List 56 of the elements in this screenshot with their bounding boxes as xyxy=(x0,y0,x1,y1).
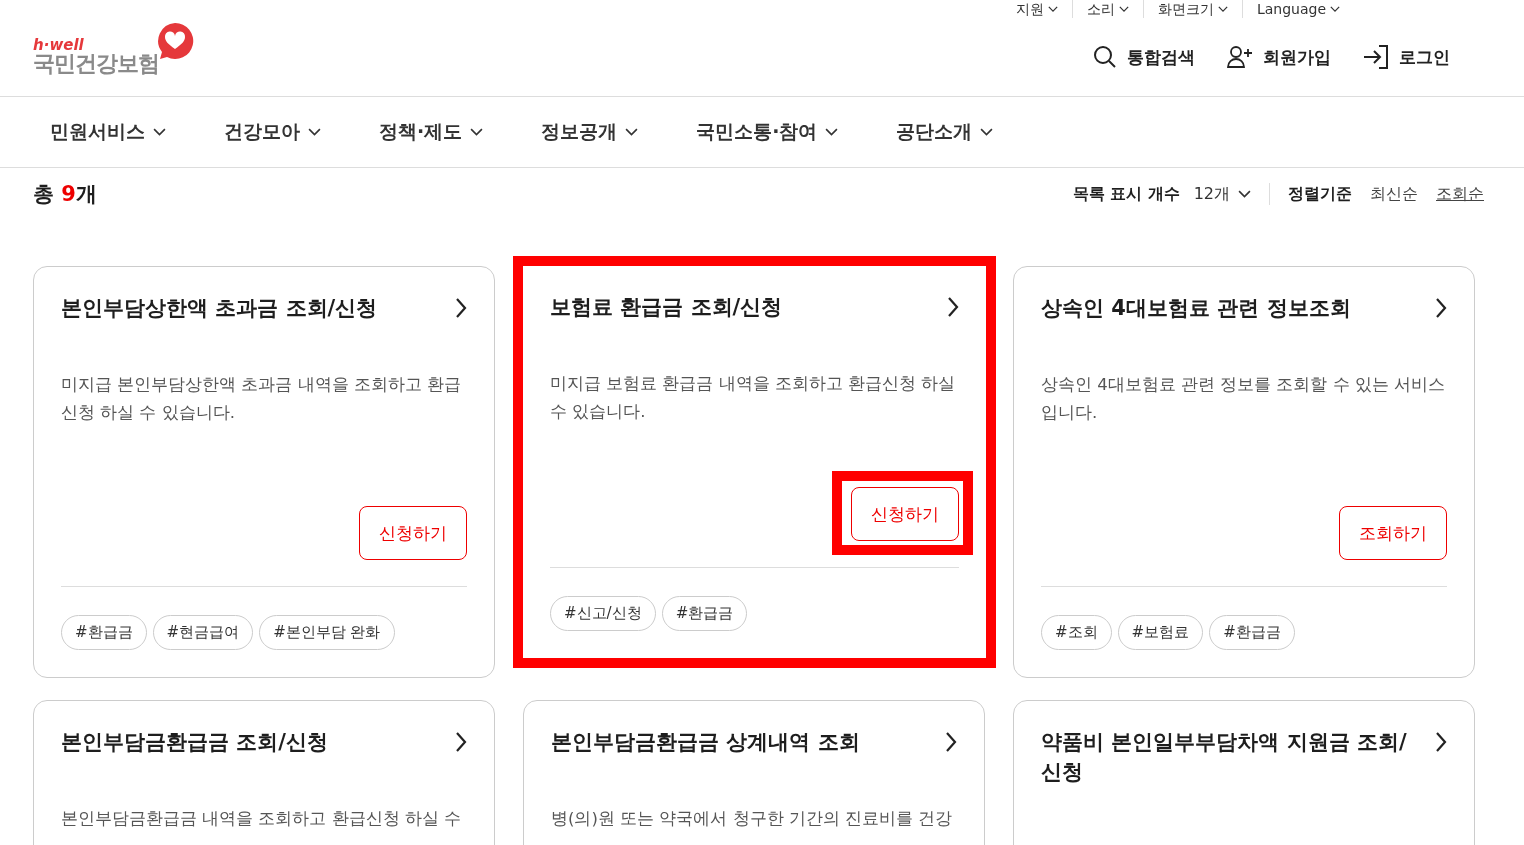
sort-option[interactable]: 조회순 xyxy=(1436,183,1484,205)
chevron-right-icon xyxy=(1435,297,1447,319)
card-description: 미지급 본인부담상한액 초과금 내역을 조회하고 환급 신청 하실 수 있습니다. xyxy=(61,374,463,424)
card-title-link[interactable]: 본인부담금환급금 상계내역 조회 xyxy=(551,727,957,757)
chevron-right-icon xyxy=(455,731,467,753)
chevron-down-icon xyxy=(625,128,639,136)
card-title-link[interactable]: 본인부담상한액 초과금 조회/신청 xyxy=(61,293,467,323)
utility-link[interactable]: 화면크기 xyxy=(1157,1,1214,17)
utility-link[interactable]: Language xyxy=(1256,1,1326,17)
card-title-link[interactable]: 상속인 4대보험료 관련 정보조회 xyxy=(1041,293,1447,323)
logo-name: 국민건강보험 xyxy=(33,52,159,76)
sort-label: 정렬기준 xyxy=(1288,183,1352,205)
chevron-down-icon xyxy=(470,128,484,136)
chevron-down-icon xyxy=(1238,190,1251,198)
card-title-link[interactable]: 본인부담금환급금 조회/신청 xyxy=(61,727,467,757)
chevron-down-icon xyxy=(825,128,839,136)
utility-link[interactable]: 소리 xyxy=(1086,1,1115,17)
list-count-select[interactable]: 12개 xyxy=(1193,183,1251,205)
chevron-right-icon xyxy=(947,296,959,318)
chevron-down-icon xyxy=(1047,6,1058,12)
card-description: 병(의)원 또는 약국에서 청구한 기간의 진료비를 건강 xyxy=(551,808,954,830)
header-link[interactable]: 통합검색 xyxy=(1093,45,1195,69)
chevron-right-icon xyxy=(455,297,467,319)
card-action-button[interactable]: 조회하기 xyxy=(1339,506,1447,560)
card-description: 상속인 4대보험료 관련 정보를 조회할 수 있는 서비스입니다. xyxy=(1041,374,1447,424)
chevron-down-icon xyxy=(308,128,321,136)
nav-menu-item[interactable]: 건강모아 xyxy=(224,119,321,145)
chevron-right-icon xyxy=(1435,731,1447,753)
chevron-down-icon xyxy=(1330,6,1340,12)
search-icon xyxy=(1093,45,1117,69)
card-title-link[interactable]: 보험료 환급금 조회/신청 xyxy=(550,292,959,322)
chevron-right-icon xyxy=(945,731,957,753)
card-description: 미지급 보험료 환급금 내역을 조회하고 환급신청 하실 수 있습니다. xyxy=(550,373,957,423)
card-action-button[interactable]: 신청하기 xyxy=(359,506,467,560)
nav-menu-item[interactable]: 공단소개 xyxy=(896,119,994,145)
user-plus-icon xyxy=(1227,46,1253,68)
nav-menu-item[interactable]: 국민소통·참여 xyxy=(696,119,839,145)
header-link[interactable]: 로그인 xyxy=(1363,45,1450,69)
card-description: 본인부담금환급금 내역을 조회하고 환급신청 하실 수 xyxy=(61,808,463,830)
header-link[interactable]: 회원가입 xyxy=(1227,45,1331,69)
chevron-down-icon xyxy=(1118,6,1129,12)
login-icon xyxy=(1363,45,1389,69)
sort-option[interactable]: 최신순 xyxy=(1370,183,1418,205)
utility-link[interactable]: 지원 xyxy=(1015,1,1044,17)
card-title-link[interactable]: 약품비 본인일부부담차액 지원금 조회/신청 xyxy=(1041,727,1447,787)
card-action-button[interactable]: 신청하기 xyxy=(851,487,959,541)
logo-tagline: h·well xyxy=(33,38,85,52)
heart-bubble-icon xyxy=(155,22,195,60)
list-count-label: 목록 표시 개수 xyxy=(1072,183,1180,205)
nav-menu-item[interactable]: 정책·제도 xyxy=(379,119,484,145)
total-count: 총 9개 xyxy=(33,181,97,208)
chevron-down-icon xyxy=(980,128,994,136)
chevron-down-icon xyxy=(153,128,166,136)
chevron-down-icon xyxy=(1217,6,1228,12)
nav-menu-item[interactable]: 정보공개 xyxy=(541,119,639,145)
nav-menu-item[interactable]: 민원서비스 xyxy=(50,119,166,145)
